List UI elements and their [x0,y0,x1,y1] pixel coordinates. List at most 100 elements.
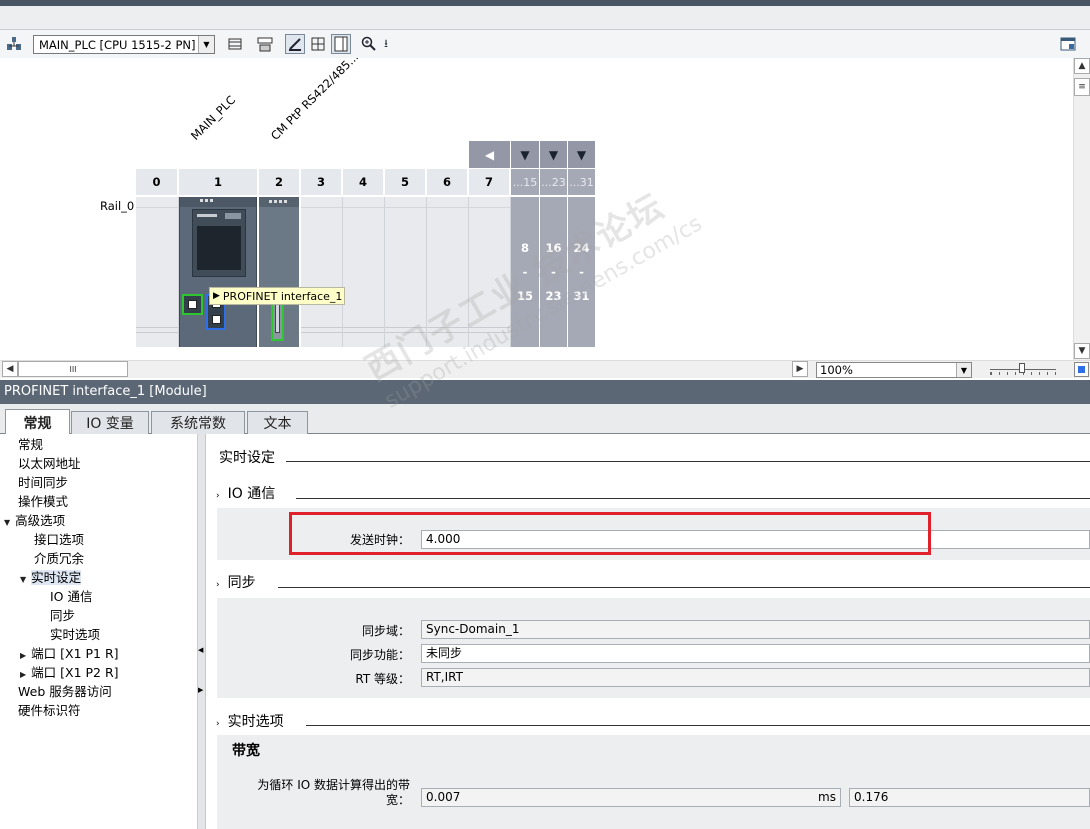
collapse-left-icon[interactable]: ◀ [198,646,203,654]
slot-0-body[interactable] [136,197,179,347]
tab-system-constants[interactable]: 系统常数 [151,411,245,434]
slot-header[interactable]: 1 [179,169,258,195]
ethernet-port-icon[interactable] [182,294,203,315]
profinet-tooltip: ▶ PROFINET interface_1 [209,287,345,305]
slot-4-body[interactable] [343,197,385,347]
slot-header[interactable]: 5 [385,169,426,195]
inspector-title: PROFINET interface_1 [Module] [0,380,1090,404]
overview-navigation-icon[interactable] [1074,362,1089,377]
edit-icon[interactable] [285,34,305,54]
highlight-box [289,512,931,555]
nav-item-realtime-options[interactable]: 实时选项 [50,626,100,644]
expand-slots-icon[interactable]: ▼ [511,141,540,168]
nav-splitter[interactable]: ◀ ▶ [198,434,206,829]
rt-class-field[interactable]: RT,IRT [421,668,1090,687]
range-from: 24 [573,241,590,255]
bandwidth-title: 带宽 [232,743,260,759]
tab-texts[interactable]: 文本 [247,411,308,434]
download-icon[interactable]: ⭳ [376,34,396,54]
cm-ptp-module[interactable] [259,197,299,347]
nav-item-advanced[interactable]: ▼ 高级选项 [4,512,65,532]
slot-header[interactable]: 4 [343,169,384,195]
properties-icon[interactable] [1058,34,1078,54]
nav-item-interface-options[interactable]: 接口选项 [34,531,84,549]
expansion-slot-group[interactable]: 24 - 31 [568,197,596,347]
nav-item-port-1[interactable]: ▶ 端口 [X1 P1 R] [20,645,119,665]
nav-item-realtime-settings[interactable]: ▼ 实时设定 [20,569,82,589]
section-io-communication[interactable]: › IO 通信 [216,483,282,503]
scroll-left-arrow-icon[interactable]: ◀ [469,141,511,168]
expansion-slot-group[interactable]: 16 - 23 [540,197,568,347]
expansion-slot-group[interactable]: 8 - 15 [511,197,540,347]
expansion-header[interactable]: ...31 [568,169,596,195]
nav-item-time-sync[interactable]: 时间同步 [18,474,68,492]
slot-header[interactable]: 7 [469,169,510,195]
scroll-thumb[interactable]: ≡ [1074,78,1090,96]
nav-label: 接口选项 [34,532,85,547]
slot-7-body[interactable] [469,197,511,347]
bandwidth-second-field[interactable]: 0.176 [849,788,1090,807]
nav-item-web-server[interactable]: Web 服务器访问 [18,683,112,701]
tab-general[interactable]: 常规 [5,409,70,435]
collapse-arrow-icon: › [216,719,220,729]
nav-item-ethernet[interactable]: 以太网地址 [18,455,81,473]
device-view-canvas[interactable]: MAIN_PLC CM PtP RS422/485... Rail_0 0 1 … [0,58,1073,360]
scroll-left-icon[interactable]: ◀ [2,361,18,377]
nav-item-hw-identifier[interactable]: 硬件标识符 [18,702,81,720]
section-realtime-options[interactable]: › 实时选项 [216,711,290,731]
bandwidth-calc-value: 0.007 [426,790,461,804]
nav-item-port-2[interactable]: ▶ 端口 [X1 P2 R] [20,664,119,684]
nav-label: 实时设定 [31,570,82,585]
cpu-name-label: MAIN_PLC [188,92,239,143]
bandwidth-calc-label-line2: 宽： [385,793,410,807]
slot-header[interactable]: 2 [259,169,300,195]
zoom-select[interactable]: 100% ▼ [816,362,972,378]
slot-header[interactable]: 3 [301,169,342,195]
module-view-icon[interactable] [225,34,245,54]
scroll-grip[interactable]: III [18,361,128,377]
grid-icon[interactable] [308,34,328,54]
rt-class-label: RT 等级： [355,672,410,686]
chevron-down-icon[interactable]: ▼ [198,36,214,53]
device-select[interactable]: MAIN_PLC [CPU 1515-2 PN] ▼ [33,35,215,54]
slot-3-body[interactable] [301,197,343,347]
section-realtime-settings-title: 实时设定 [219,447,281,467]
expand-triangle-icon[interactable]: ▼ [4,518,10,527]
sync-domain-field[interactable]: Sync-Domain_1 [421,620,1090,639]
expansion-header[interactable]: ...15 [511,169,540,195]
slot-header[interactable]: 0 [136,169,178,195]
show-names-icon[interactable] [255,34,275,54]
scroll-down-icon[interactable]: ▼ [1074,343,1090,359]
nav-item-io-communication[interactable]: IO 通信 [50,588,93,606]
section-sync[interactable]: › 同步 [216,572,262,592]
chevron-down-icon[interactable]: ▼ [956,363,971,377]
bandwidth-calc-field[interactable]: 0.007 ms [421,788,841,807]
scroll-up-icon[interactable]: ▲ [1074,58,1090,74]
inspector-nav-tree: 常规 以太网地址 时间同步 操作模式 ▼ 高级选项 接口选项 介质冗余 ▼ 实时设定… [0,434,198,829]
scroll-right-icon[interactable]: ▶ [792,361,808,377]
expand-triangle-icon[interactable]: ▶ [20,670,26,679]
overview-icon[interactable] [331,34,351,54]
range-dash: - [522,265,528,279]
expansion-header[interactable]: ...23 [540,169,568,195]
expand-slots-icon[interactable]: ▼ [568,141,596,168]
expand-right-icon[interactable]: ▶ [198,686,203,694]
slot-header[interactable]: 6 [427,169,468,195]
network-view-icon[interactable] [4,34,24,54]
nav-item-operating-mode[interactable]: 操作模式 [18,493,68,511]
bandwidth-unit: ms [818,790,836,804]
tab-io-tags[interactable]: IO 变量 [71,411,149,434]
expand-triangle-icon[interactable]: ▼ [20,575,26,584]
cm-name-label: CM PtP RS422/485... [268,58,362,143]
nav-item-general[interactable]: 常规 [18,436,43,454]
expand-slots-icon[interactable]: ▼ [540,141,568,168]
cpu-module[interactable] [179,197,257,347]
sync-function-field[interactable]: 未同步 [421,644,1090,663]
nav-item-media-redundancy[interactable]: 介质冗余 [34,550,84,568]
vertical-scrollbar[interactable]: ▲ ≡ ▼ [1073,58,1090,360]
nav-item-sync[interactable]: 同步 [50,607,75,625]
slot-6-body[interactable] [427,197,469,347]
slot-5-body[interactable] [385,197,427,347]
zoom-slider-thumb[interactable] [1019,363,1025,373]
expand-triangle-icon[interactable]: ▶ [20,651,26,660]
